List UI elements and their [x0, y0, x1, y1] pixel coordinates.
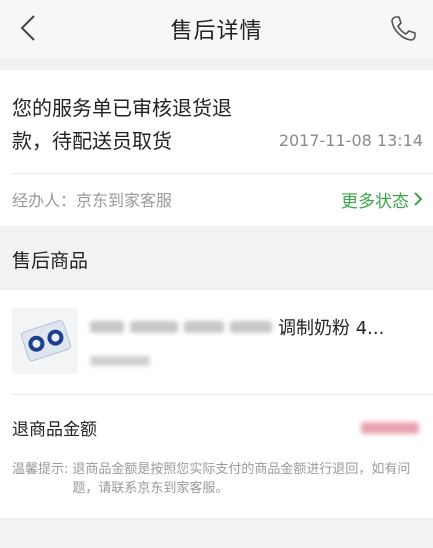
- goods-section-header: 售后商品: [0, 232, 433, 286]
- page-title: 售后详情: [170, 19, 263, 44]
- status-timestamp: 2017-11-08 13:14: [278, 131, 423, 150]
- milk-powder-product-image: [12, 308, 78, 374]
- redacted-text: [230, 321, 272, 333]
- more-status-link[interactable]: 更多状态: [341, 176, 423, 222]
- redacted-refund-amount: [361, 422, 419, 434]
- chevron-right-icon: [414, 192, 423, 206]
- redacted-text: [184, 321, 224, 333]
- handler-label: 经办人：京东到家客服: [12, 191, 173, 210]
- bottom-spacer: [0, 522, 433, 548]
- divider: [12, 173, 433, 174]
- tip-note: 温馨提示: 退商品金额是按照您实际支付的商品金额进行退回，如有问题，请联系京东到…: [12, 460, 422, 498]
- tip-label: 温馨提示:: [12, 462, 69, 477]
- top-nav-bar: 售后详情: [0, 0, 433, 58]
- redacted-text: [90, 321, 124, 333]
- refund-amount-label: 退商品金额: [12, 420, 97, 440]
- divider: [12, 394, 433, 395]
- tip-text: 退商品金额是按照您实际支付的商品金额进行退回，如有问题，请联系京东到家客服。: [72, 462, 411, 496]
- service-status-card: 您的服务单已审核退货退款，待配送员取货 2017-11-08 13:14 经办人…: [0, 70, 433, 226]
- redacted-text: [130, 321, 178, 333]
- phone-icon: [391, 16, 416, 41]
- product-name-tail: 调制奶粉 4...: [278, 318, 385, 339]
- back-chevron-icon: [20, 15, 35, 41]
- call-button[interactable]: [389, 13, 419, 43]
- redacted-product-spec: [90, 356, 150, 366]
- product-thumbnail[interactable]: [12, 308, 78, 374]
- section-title: 售后商品: [12, 249, 89, 272]
- goods-card: 调制奶粉 4... 退商品金额 温馨提示: 退商品金额是按照您实际支付的商品金额…: [0, 290, 433, 518]
- back-button[interactable]: [14, 12, 42, 44]
- product-name[interactable]: 调制奶粉 4...: [90, 314, 421, 340]
- status-message: 您的服务单已审核退货退款，待配送员取货: [12, 96, 232, 153]
- more-status-label: 更多状态: [341, 191, 409, 212]
